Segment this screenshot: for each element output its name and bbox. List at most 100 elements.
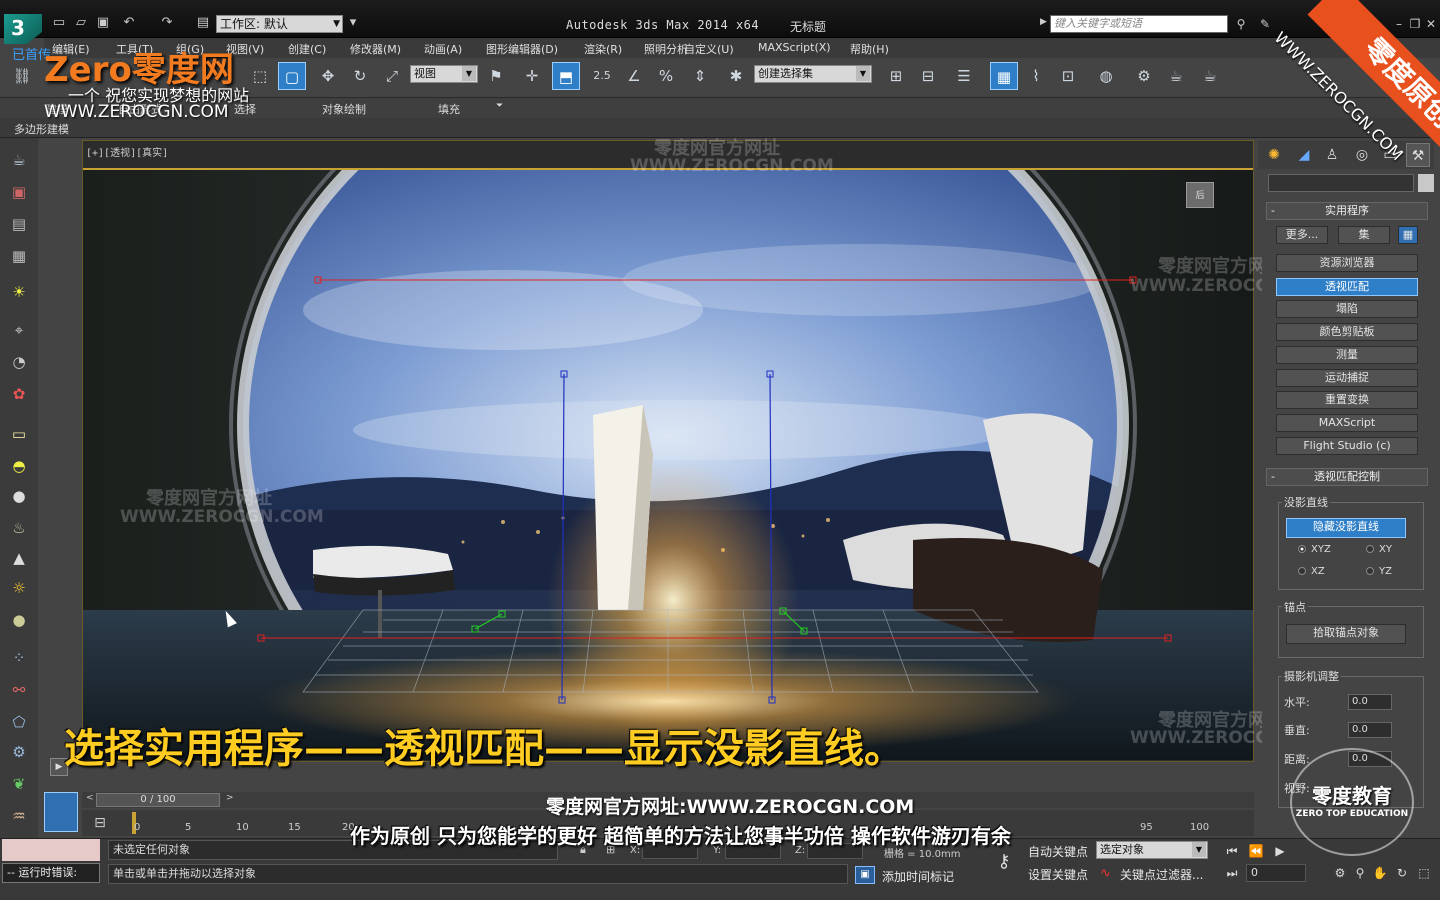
key-filters-button[interactable]: 关键点过滤器... [1120, 866, 1203, 883]
menu-customize[interactable]: 自定义(U) [684, 41, 734, 57]
vertical-spinner[interactable]: 0.0 [1348, 722, 1392, 738]
horizontal-spinner[interactable]: 0.0 [1348, 694, 1392, 710]
bones-icon[interactable]: ⚯ [7, 678, 31, 702]
key-selection-dropdown[interactable]: 选定对象 ▼ [1096, 841, 1208, 859]
viewcube[interactable]: 后 [1186, 182, 1214, 208]
key-mode-icon[interactable]: ⏭ [1222, 864, 1242, 882]
next-frame-icon[interactable]: > [226, 793, 234, 803]
ribbon-tab-populate[interactable]: 填充 [438, 101, 460, 117]
customize-quick-access-icon[interactable]: ▾ [344, 14, 362, 32]
hair-fur-icon[interactable]: ♒ [7, 804, 31, 828]
image-icon[interactable]: ▣ [7, 180, 31, 204]
key-filters-icon[interactable]: ∿ [1100, 866, 1111, 881]
edit-named-selection-icon[interactable]: ✱ [722, 62, 750, 90]
object-name-field[interactable] [1268, 174, 1414, 192]
viewport-label[interactable]: [+][透视][真实] [86, 144, 168, 159]
utilities-rollout-header[interactable]: - 实用程序 [1266, 202, 1428, 220]
hide-vanishing-lines-button[interactable]: 隐藏没影直线 [1286, 518, 1406, 538]
utility-color-clipboard[interactable]: 颜色剪贴板 [1276, 323, 1418, 341]
teapot-icon[interactable]: ☕ [7, 148, 31, 172]
auto-key-button[interactable]: 自动关键点 [1028, 843, 1088, 860]
render-setup-icon[interactable]: ⚙ [1130, 62, 1158, 90]
expand-arrow-icon[interactable]: ▶ [1040, 17, 1047, 27]
orbit-icon[interactable]: ↻ [1392, 864, 1412, 882]
scale-icon[interactable]: ⤢ [378, 62, 406, 90]
create-tab-icon[interactable]: ✺ [1262, 143, 1286, 167]
ribbon-tab-object-paint[interactable]: 对象绘制 [322, 101, 366, 117]
render-production-icon[interactable]: ☕ [1196, 62, 1224, 90]
object-color-swatch[interactable] [1418, 174, 1434, 192]
foliage-icon[interactable]: ❦ [7, 772, 31, 796]
camera-icon[interactable]: ⌖ [7, 318, 31, 342]
plane-icon[interactable]: ▭ [7, 422, 31, 446]
open-file-icon[interactable]: ▱ [72, 14, 90, 32]
sets-button[interactable]: 集 [1338, 226, 1390, 244]
modify-tab-icon[interactable]: ◢ [1292, 143, 1316, 167]
utility-motion-capture[interactable]: 运动捕捉 [1276, 369, 1418, 387]
menu-maxscript[interactable]: MAXScript(X) [758, 41, 831, 54]
menu-rendering[interactable]: 渲染(R) [584, 41, 622, 57]
restore-icon[interactable]: ❐ [1408, 17, 1422, 31]
schematic-view-icon[interactable]: ⊡ [1054, 62, 1082, 90]
perspective-match-rollout-header[interactable]: - 透视匹配控制 [1266, 468, 1428, 486]
new-file-icon[interactable]: ▭ [50, 14, 68, 32]
pan-icon[interactable]: ✋ [1370, 864, 1390, 882]
mirror-icon[interactable]: ⊞ [882, 62, 910, 90]
geosphere-icon[interactable]: ● [7, 608, 31, 632]
axis-radio-xyz[interactable]: XYZ [1298, 544, 1331, 555]
document-icon[interactable]: ▤ [7, 212, 31, 236]
percent-snap-icon[interactable]: % [652, 62, 680, 90]
gear-icon[interactable]: ⚙ [7, 740, 31, 764]
time-slider[interactable]: 0 / 100 [96, 793, 220, 807]
key-icon[interactable]: ⚷ [984, 848, 1024, 876]
ribbon-panel-polygon-modeling[interactable]: 多边形建模 [14, 121, 69, 137]
hierarchy-tab-icon[interactable]: ♙ [1320, 143, 1344, 167]
mini-curve-editor-icon[interactable]: ⊟ [86, 810, 114, 836]
named-selection-dropdown[interactable]: 创建选择集 ▼ [754, 65, 872, 83]
axis-radio-yz[interactable]: YZ [1366, 566, 1392, 577]
current-frame-field[interactable]: 0 [1246, 864, 1306, 882]
utility-flight-studio[interactable]: Flight Studio (c) [1276, 437, 1418, 455]
link-icon[interactable]: ⛓ [8, 62, 36, 90]
curve-editor-icon[interactable]: ⌇ [1022, 62, 1050, 90]
graphite-toggle-icon[interactable]: ▦ [990, 62, 1018, 90]
rotate-icon[interactable]: ↻ [346, 62, 374, 90]
binoculars-icon[interactable]: ⚲ [1234, 17, 1248, 31]
save-icon[interactable]: ▣ [94, 14, 112, 32]
sphere-icon[interactable]: ● [7, 484, 31, 508]
hemisphere-icon[interactable]: ◓ [7, 454, 31, 478]
project-folder-icon[interactable]: ▤ [194, 14, 212, 32]
ribbon-options-icon[interactable]: ⏷ [496, 101, 503, 111]
more-button[interactable]: 更多... [1276, 226, 1328, 244]
perspective-viewport[interactable] [83, 168, 1253, 760]
spinner-snap-icon[interactable]: ⇕ [686, 62, 714, 90]
search-input[interactable]: 键入关键字或短语 [1050, 15, 1228, 33]
prev-frame-icon[interactable]: < [86, 793, 94, 803]
menu-animation[interactable]: 动画(A) [424, 41, 462, 57]
rendered-frame-icon[interactable]: ☕ [1162, 62, 1190, 90]
rect-select-icon[interactable]: ▢ [278, 62, 306, 90]
angle-snap-icon[interactable]: ∠ [620, 62, 648, 90]
window-crossing-icon[interactable]: ⬚ [246, 62, 274, 90]
select-manipulate-icon[interactable]: ✛ [518, 62, 546, 90]
menu-create[interactable]: 创建(C) [288, 41, 326, 57]
motion-tab-icon[interactable]: ◎ [1350, 143, 1374, 167]
pivot-icon[interactable]: ⚑ [482, 62, 510, 90]
go-to-start-icon[interactable]: ⏮ [1222, 842, 1242, 860]
redo-icon[interactable]: ↷ [158, 14, 176, 32]
layer-manager-icon[interactable]: ☰ [950, 62, 978, 90]
utilities-tab-icon[interactable]: ⚒ [1406, 143, 1430, 167]
close-icon[interactable]: ✕ [1424, 17, 1438, 31]
menu-graph-editors[interactable]: 图形编辑器(D) [486, 41, 558, 57]
cone-icon[interactable]: ▲ [7, 546, 31, 570]
workspace-dropdown[interactable]: 工作区: 默认 ▼ [216, 15, 343, 33]
utility-perspective-match[interactable]: 透视匹配 [1276, 278, 1418, 296]
material-editor-icon[interactable]: ◍ [1092, 62, 1120, 90]
mini-viewport-icon[interactable] [44, 792, 78, 832]
utility-collapse[interactable]: 塌陷 [1276, 300, 1418, 318]
menu-lighting-analysis[interactable]: 照明分析 [644, 41, 688, 57]
maximize-viewport-icon[interactable]: ⬚ [1414, 864, 1434, 882]
sound-icon[interactable]: ◔ [7, 350, 31, 374]
time-tag-icon[interactable]: ▣ [855, 866, 875, 884]
particles-icon[interactable]: ⁘ [7, 646, 31, 670]
